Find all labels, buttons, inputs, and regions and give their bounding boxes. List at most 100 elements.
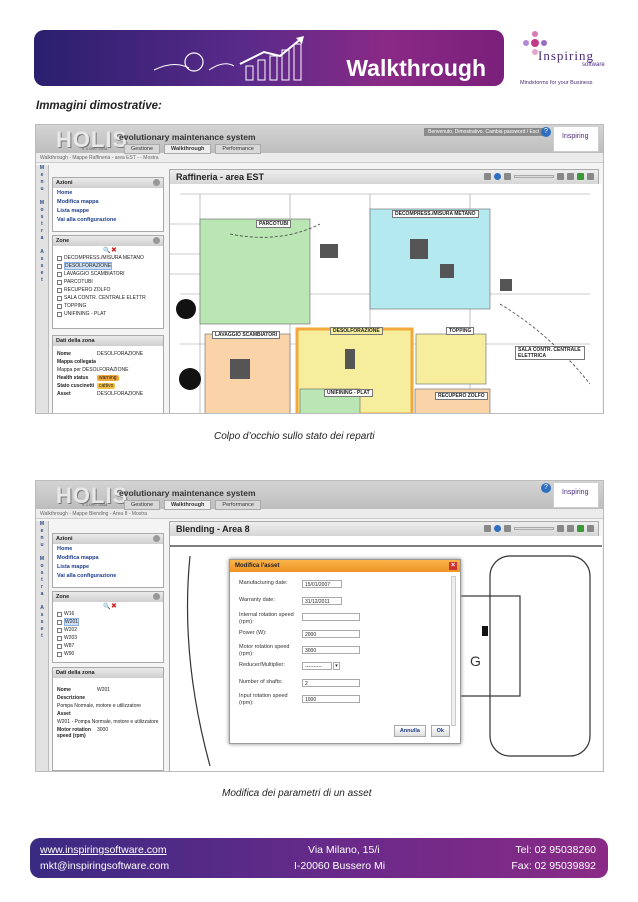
zone-header: Zone: [53, 592, 163, 602]
power-field[interactable]: 2000: [302, 630, 360, 638]
ok-button[interactable]: Ok: [430, 725, 450, 737]
action-lista-mappe[interactable]: Lista mappe: [53, 562, 163, 571]
edit-icon[interactable]: [567, 173, 574, 180]
reducer-select[interactable]: ----------: [302, 662, 332, 670]
refresh-icon[interactable]: [577, 525, 584, 532]
zone-label[interactable]: SALA CONTR. CENTRALE ELETTRICA: [515, 346, 585, 360]
action-modifica-mappa[interactable]: Modifica mappa: [53, 197, 163, 206]
plant-map[interactable]: DECOMPRESS./MISURA METANO PARCOTUBI LAVA…: [170, 184, 602, 413]
zone-item-selected[interactable]: W201: [53, 618, 163, 626]
wrench-icon[interactable]: [587, 525, 594, 532]
action-home[interactable]: Home: [53, 188, 163, 197]
zoom-in-icon[interactable]: [557, 173, 564, 180]
search-icon[interactable]: 🔍: [103, 603, 110, 610]
zone-panel: Zone 🔍 ✖ W16 W201 W202 W203 W87 W90: [52, 591, 164, 663]
refresh-icon[interactable]: [577, 173, 584, 180]
action-modifica-mappa[interactable]: Modifica mappa: [53, 553, 163, 562]
save-icon[interactable]: [484, 173, 491, 180]
delete-icon[interactable]: ✖: [111, 246, 117, 254]
footer-email[interactable]: mkt@inspiringsoftware.com: [40, 860, 169, 872]
help-icon[interactable]: ?: [541, 127, 551, 137]
zoom-out-icon[interactable]: [504, 525, 511, 532]
menu-strip[interactable]: Menu Mostra Asset: [36, 165, 49, 413]
inspiring-mini-logo: Inspiring: [553, 482, 599, 508]
edit-icon[interactable]: [567, 525, 574, 532]
close-icon[interactable]: ×: [449, 562, 457, 570]
collapse-icon[interactable]: [153, 179, 160, 186]
banner-title: Walkthrough: [346, 55, 486, 81]
footer-website[interactable]: www.inspiringsoftware.com: [40, 844, 167, 856]
zone-label[interactable]: TOPPING: [446, 327, 475, 335]
cancel-button[interactable]: Annulla: [393, 725, 426, 737]
warranty-date-field[interactable]: 31/12/2011: [302, 597, 342, 605]
zone-item[interactable]: RECUPERO ZOLFO: [53, 286, 163, 294]
delete-icon[interactable]: ✖: [111, 602, 117, 610]
search-icon[interactable]: 🔍: [103, 247, 110, 254]
zone-item[interactable]: DECOMPRESS./MISURA METANO: [53, 254, 163, 262]
footer-fax: Fax: 02 95039892: [511, 860, 596, 872]
breadcrumb: Walkthrough - Mappe Blending - Area 8 - …: [36, 509, 603, 519]
zone-label[interactable]: LAVAGGIO SCAMBIATORI: [212, 331, 281, 339]
zone-item[interactable]: W16: [53, 610, 163, 618]
zone-label[interactable]: DESOLFORAZIONE: [330, 327, 383, 335]
internal-rotation-field[interactable]: [302, 613, 360, 621]
zone-item-selected[interactable]: DESOLFORAZIONE: [53, 262, 163, 270]
tab-gestione[interactable]: Gestione: [124, 500, 161, 510]
zone-item[interactable]: W87: [53, 642, 163, 650]
zone-label[interactable]: PARCOTUBI: [256, 220, 292, 228]
field-label: Reducer/Multiplier:: [239, 662, 285, 668]
user-bar[interactable]: Benvenuto, Dimostrativo. Cambia password…: [424, 128, 543, 136]
zone-item[interactable]: W202: [53, 626, 163, 634]
collapse-icon[interactable]: [153, 593, 160, 600]
footer: www.inspiringsoftware.com mkt@inspirings…: [30, 838, 608, 878]
zone-item[interactable]: W203: [53, 634, 163, 642]
zone-item[interactable]: LAVAGGIO SCAMBIATORI: [53, 270, 163, 278]
action-home[interactable]: Home: [53, 544, 163, 553]
field-label: Warranty date:: [239, 597, 275, 603]
zone-item[interactable]: TOPPING: [53, 302, 163, 310]
save-icon[interactable]: [484, 525, 491, 532]
zone-label[interactable]: RECUPERO ZOLFO: [435, 392, 488, 400]
info-icon[interactable]: [494, 173, 501, 180]
shafts-field[interactable]: 2: [302, 679, 360, 687]
action-lista-mappe[interactable]: Lista mappe: [53, 206, 163, 215]
app-version: v. 1.0RC 2014: [82, 146, 108, 151]
dati-row: Stato cuscinetti cattivo: [57, 383, 116, 389]
caption-2: Modifica dei parametri di un asset: [222, 788, 372, 799]
dialog-scrollbar[interactable]: [451, 576, 456, 726]
action-configurazione[interactable]: Vai alla configurazione: [53, 215, 163, 224]
brand-tagline: Mindstorms for your Business: [520, 80, 593, 86]
dati-row: Asset DESOLFORAZIONE: [57, 391, 144, 397]
info-icon[interactable]: [494, 525, 501, 532]
zone-label[interactable]: DECOMPRESS./MISURA METANO: [392, 210, 479, 218]
collapse-icon[interactable]: [153, 535, 160, 542]
zone-item[interactable]: UNIFINING - PLAT: [53, 310, 163, 318]
zone-item[interactable]: PARCOTUBI: [53, 278, 163, 286]
zone-item[interactable]: W90: [53, 650, 163, 658]
zone-label[interactable]: UNIFINING - PLAT: [324, 389, 373, 397]
manufacturing-date-field[interactable]: 15/01/2007: [302, 580, 342, 588]
tab-walkthrough[interactable]: Walkthrough: [164, 500, 212, 510]
map-title: Blending - Area 8: [170, 522, 598, 536]
app-topbar: HOLIS v. 1.0RC 2014 evolutionary mainten…: [36, 125, 603, 154]
zone-item[interactable]: SALA CONTR. CENTRALE ELETTR: [53, 294, 163, 302]
tab-performance[interactable]: Performance: [215, 144, 261, 154]
action-configurazione[interactable]: Vai alla configurazione: [53, 571, 163, 580]
zoom-out-icon[interactable]: [504, 173, 511, 180]
motor-rotation-field[interactable]: 3000: [302, 646, 360, 654]
menu-strip[interactable]: Menu Mostra Asset: [36, 521, 49, 771]
field-label: Manufacturing date:: [239, 580, 288, 586]
zoom-slider[interactable]: [514, 175, 554, 178]
input-rotation-field[interactable]: 1000: [302, 695, 360, 703]
tab-gestione[interactable]: Gestione: [124, 144, 161, 154]
tab-walkthrough[interactable]: Walkthrough: [164, 144, 212, 154]
wrench-icon[interactable]: [587, 173, 594, 180]
chevron-down-icon[interactable]: ▾: [333, 662, 340, 670]
zoom-in-icon[interactable]: [557, 525, 564, 532]
map-toolbar: [484, 173, 594, 180]
tab-performance[interactable]: Performance: [215, 500, 261, 510]
zoom-slider[interactable]: [514, 527, 554, 530]
dati-row: Motor rotation speed (rpm) 3000: [57, 727, 109, 739]
help-icon[interactable]: ?: [541, 483, 551, 493]
collapse-icon[interactable]: [153, 237, 160, 244]
